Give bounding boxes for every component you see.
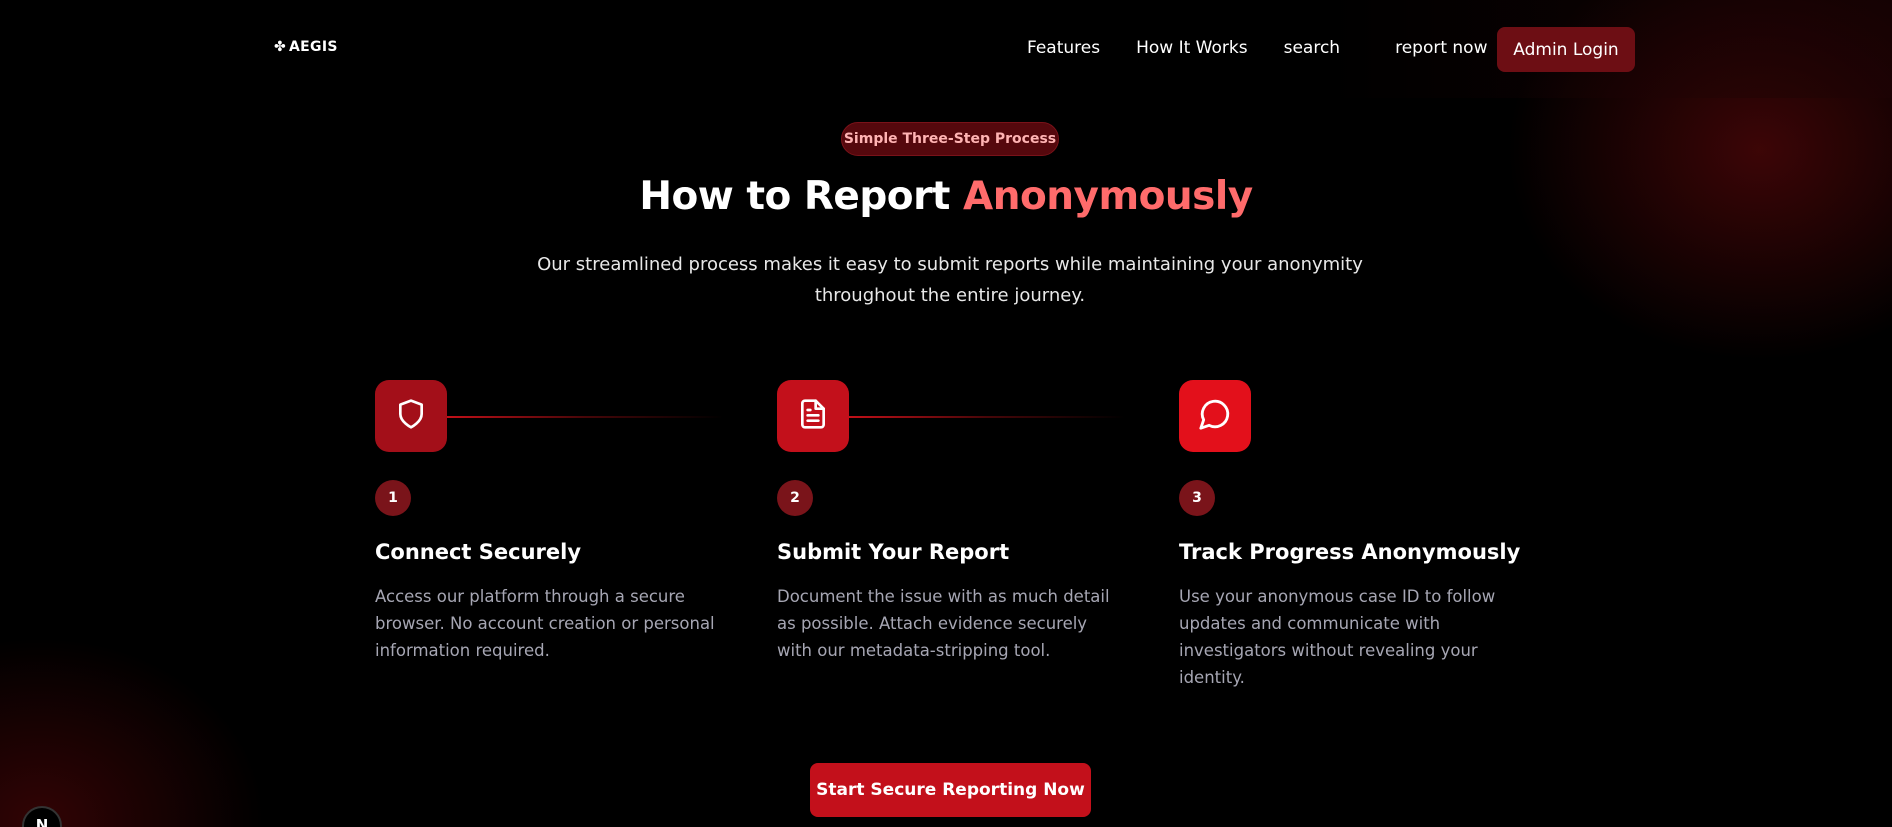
shield-icon [395, 398, 427, 434]
nav-link-how-it-works[interactable]: How It Works [1136, 38, 1247, 58]
nav-link-features[interactable]: Features [1027, 38, 1100, 58]
step-number-badge: 2 [777, 480, 813, 516]
step-number-badge: 1 [375, 480, 411, 516]
clover-logo-icon: ✤ [274, 39, 287, 55]
brand-name: AEGIS [289, 39, 338, 55]
admin-login-button[interactable]: Admin Login [1497, 27, 1635, 72]
section-badge: Simple Three-Step Process [841, 122, 1059, 156]
step-icon-tile [375, 380, 447, 452]
start-reporting-button[interactable]: Start Secure Reporting Now [810, 763, 1091, 817]
nav-link-search[interactable]: search [1284, 38, 1340, 58]
step-title: Connect Securely [375, 540, 582, 564]
page: ✤ AEGIS Features How It Works search rep… [0, 0, 1892, 827]
section-title: How to Report Anonymously [0, 174, 1892, 219]
step-card-2: 2 Submit Your Report Document the issue … [777, 380, 1137, 660]
top-nav: ✤ AEGIS Features How It Works search rep… [0, 0, 1892, 98]
step-number-badge: 3 [1179, 480, 1215, 516]
dev-tools-badge[interactable]: N [22, 806, 62, 827]
section-title-accent: Anonymously [963, 174, 1253, 219]
step-connector [447, 416, 723, 418]
nav-links: Features How It Works search report now [1027, 38, 1487, 58]
nav-link-report-now[interactable]: report now [1395, 38, 1487, 58]
step-icon-tile [777, 380, 849, 452]
chat-bubble-icon [1198, 397, 1232, 435]
brand-logo[interactable]: ✤ AEGIS [274, 39, 338, 55]
document-icon [797, 398, 829, 434]
step-icon-tile [1179, 380, 1251, 452]
step-connector [849, 416, 1125, 418]
step-title: Submit Your Report [777, 540, 1010, 564]
step-card-3: 3 Track Progress Anonymously Use your an… [1179, 380, 1539, 687]
step-title: Track Progress Anonymously [1179, 540, 1521, 564]
step-card-1: 1 Connect Securely Access our platform t… [375, 380, 735, 660]
step-description: Document the issue with as much detail a… [777, 587, 1110, 660]
section-title-prefix: How to Report [639, 174, 964, 219]
step-description: Use your anonymous case ID to follow upd… [1179, 587, 1496, 687]
step-description: Access our platform through a secure bro… [375, 587, 715, 660]
section-subtitle: Our streamlined process makes it easy to… [537, 254, 1363, 306]
